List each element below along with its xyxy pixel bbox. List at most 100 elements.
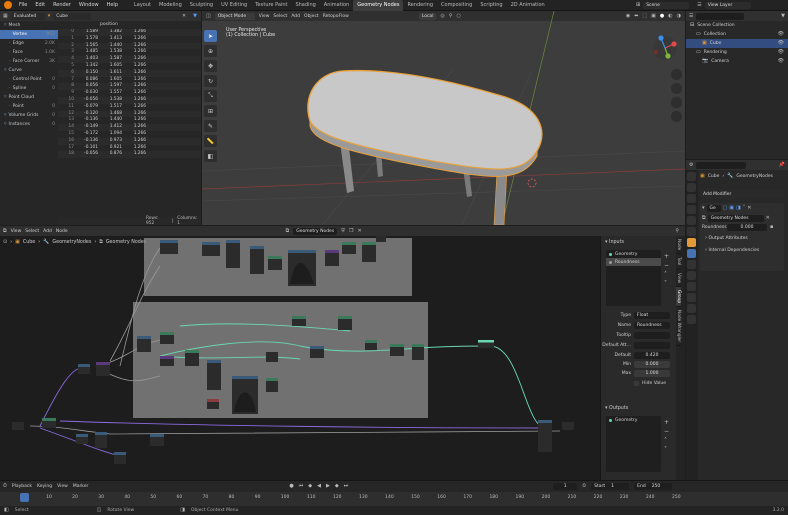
current-frame-input[interactable]: 1 bbox=[553, 482, 578, 490]
outliner-search-input[interactable] bbox=[696, 12, 745, 20]
move-input-down-icon[interactable]: ˅ bbox=[664, 279, 669, 288]
3d-cursor-icon[interactable] bbox=[527, 178, 537, 188]
hide-value-checkbox[interactable] bbox=[634, 380, 639, 386]
domain-tree-item[interactable]: · Control Point 0 bbox=[0, 75, 58, 84]
outputs-panel-header[interactable]: ▾ Outputs bbox=[601, 402, 632, 415]
navigation-gizmo[interactable] bbox=[653, 35, 677, 60]
node-menu-view[interactable]: View bbox=[11, 229, 22, 234]
tab-tool[interactable]: Tool bbox=[676, 254, 681, 270]
outliner-item[interactable]: ▣ Cube 👁 bbox=[686, 39, 788, 48]
jump-end-icon[interactable]: ⏭ bbox=[344, 483, 349, 490]
timeline-menu-playback[interactable]: Playback bbox=[12, 484, 32, 489]
tooltip-input[interactable] bbox=[634, 331, 670, 339]
outliner-item[interactable]: ▭ Collection 👁 bbox=[686, 30, 788, 39]
record-icon[interactable]: ● bbox=[289, 483, 293, 490]
move-input-up-icon[interactable]: ˄ bbox=[664, 270, 669, 279]
menu-window[interactable]: Window bbox=[75, 0, 103, 11]
tab-uv-editing[interactable]: UV Editing bbox=[217, 0, 251, 11]
default-value-input[interactable]: 0.420 bbox=[634, 351, 670, 359]
snap-node-icon[interactable]: ⚲ bbox=[675, 228, 679, 235]
fake-user-icon[interactable]: ⛨ bbox=[341, 228, 345, 235]
object-field[interactable]: Cube bbox=[53, 12, 92, 20]
outliner-item[interactable]: ⊟ Scene Collection bbox=[686, 21, 788, 30]
tab-geometry-nodes[interactable]: Geometry Nodes bbox=[353, 0, 404, 11]
modifier-menu-icon[interactable]: ˅ bbox=[743, 205, 746, 212]
tab-compositing[interactable]: Compositing bbox=[437, 0, 476, 11]
preview-range-icon[interactable]: ⏲ bbox=[582, 483, 586, 490]
add-modifier-button[interactable]: Add Modifier bbox=[700, 190, 784, 199]
view-layer-selector[interactable]: View Layer bbox=[704, 2, 751, 9]
internal-dependencies-section[interactable]: › Internal Dependencies bbox=[700, 245, 784, 256]
data-tab-icon[interactable] bbox=[687, 293, 696, 302]
add-output-icon[interactable]: + bbox=[664, 418, 669, 427]
visibility-toggle-icon[interactable]: 👁 bbox=[778, 31, 784, 38]
properties-type-icon[interactable]: ⚙ bbox=[689, 162, 693, 169]
collapse-icon[interactable]: ▾ bbox=[702, 205, 705, 212]
node-canvas[interactable]: ⊙ › ▣ Cube › 🔧 GeometryNodes › ⧉ Geometr… bbox=[0, 236, 685, 480]
node-menu-select[interactable]: Select bbox=[25, 229, 39, 234]
move-output-up-icon[interactable]: ˄ bbox=[664, 436, 669, 445]
play-icon[interactable]: ▶ bbox=[326, 483, 330, 490]
particles-tab-icon[interactable] bbox=[687, 260, 696, 269]
edit-mode-icon[interactable]: ▢ bbox=[723, 205, 728, 212]
default-attr-input[interactable] bbox=[634, 341, 670, 349]
domain-tree-item[interactable]: · Edge 2.0K bbox=[0, 39, 58, 48]
timeline-menu-marker[interactable]: Marker bbox=[73, 484, 89, 489]
tab-texture-paint[interactable]: Texture Paint bbox=[251, 0, 291, 11]
tab-node[interactable]: Node bbox=[676, 236, 681, 255]
tab-2d-animation[interactable]: 2D Animation bbox=[507, 0, 549, 11]
visibility-toggle-icon[interactable]: 👁 bbox=[778, 58, 784, 65]
evaluated-dropdown[interactable]: Evaluated bbox=[10, 12, 45, 20]
pin-properties-icon[interactable]: 📌 bbox=[779, 162, 785, 169]
attribute-toggle-icon[interactable]: ▪ bbox=[770, 224, 773, 231]
move-tool-icon[interactable]: ✥ bbox=[204, 60, 217, 72]
next-key-icon[interactable]: ◆ bbox=[335, 483, 339, 490]
render-tab-icon[interactable] bbox=[687, 183, 696, 192]
output-item-geometry[interactable]: Geometry bbox=[606, 416, 661, 424]
remove-modifier-icon[interactable]: ✕ bbox=[747, 205, 751, 212]
inputs-panel-header[interactable]: ▾ Inputs bbox=[601, 236, 676, 249]
timeline-type-icon[interactable]: ⏱ bbox=[3, 483, 7, 490]
min-value-input[interactable]: 0.000 bbox=[634, 361, 670, 368]
render-display-icon[interactable]: ◨ bbox=[736, 205, 741, 212]
3d-viewport[interactable]: ◫ Object Mode View Select Add Object Ret… bbox=[202, 11, 685, 225]
tab-view[interactable]: View bbox=[676, 270, 681, 287]
properties-search-input[interactable] bbox=[696, 161, 747, 169]
output-tab-icon[interactable] bbox=[687, 194, 696, 203]
blender-logo-icon[interactable] bbox=[4, 1, 12, 9]
end-frame-input[interactable]: End 250 bbox=[634, 482, 673, 490]
domain-tree-item[interactable]: ▿ Volume Grids 0 bbox=[0, 111, 58, 120]
tab-shading[interactable]: Shading bbox=[291, 0, 319, 11]
rotate-tool-icon[interactable]: ↻ bbox=[204, 75, 217, 87]
scale-tool-icon[interactable]: ⤡ bbox=[204, 90, 217, 102]
node-menu-node[interactable]: Node bbox=[56, 229, 68, 234]
outliner-item[interactable]: 📷 Camera 👁 bbox=[686, 57, 788, 66]
texture-tab-icon[interactable] bbox=[687, 315, 696, 324]
play-reverse-icon[interactable]: ◀ bbox=[317, 483, 321, 490]
playhead[interactable] bbox=[20, 493, 29, 502]
transform-tool-icon[interactable]: ⊞ bbox=[204, 105, 217, 117]
view-layer-tab-icon[interactable] bbox=[687, 205, 696, 214]
pin-icon[interactable]: ✕ bbox=[182, 13, 186, 20]
input-item-roundness[interactable]: Roundness bbox=[606, 258, 661, 266]
tab-rendering[interactable]: Rendering bbox=[403, 0, 437, 11]
node-menu-add[interactable]: Add bbox=[43, 229, 52, 234]
domain-tree-item[interactable]: · Point 0 bbox=[0, 102, 58, 111]
annotate-tool-icon[interactable]: ✎ bbox=[204, 120, 217, 132]
add-cube-tool-icon[interactable]: ◧ bbox=[204, 150, 217, 162]
domain-tree-item[interactable]: · Face 1.0K bbox=[0, 48, 58, 57]
domain-tree-item[interactable]: ▿ Instances 0 bbox=[0, 120, 58, 129]
domain-tree-item[interactable]: ▿ Point Cloud bbox=[0, 93, 58, 102]
material-tab-icon[interactable] bbox=[687, 304, 696, 313]
menu-file[interactable]: File bbox=[15, 0, 31, 11]
menu-render[interactable]: Render bbox=[49, 0, 75, 11]
constraints-tab-icon[interactable] bbox=[687, 282, 696, 291]
visibility-toggle-icon[interactable]: 👁 bbox=[778, 49, 784, 56]
outliner-type-icon[interactable]: ☰ bbox=[689, 13, 693, 20]
node-group-selector[interactable]: Geometry Nodes bbox=[293, 227, 338, 235]
domain-tree-item[interactable]: ▿ Curve bbox=[0, 66, 58, 75]
input-item-geometry[interactable]: Geometry bbox=[606, 250, 661, 258]
timeline-menu-keying[interactable]: Keying bbox=[37, 484, 52, 489]
menu-help[interactable]: Help bbox=[103, 0, 122, 11]
prev-key-icon[interactable]: ◆ bbox=[308, 483, 312, 490]
